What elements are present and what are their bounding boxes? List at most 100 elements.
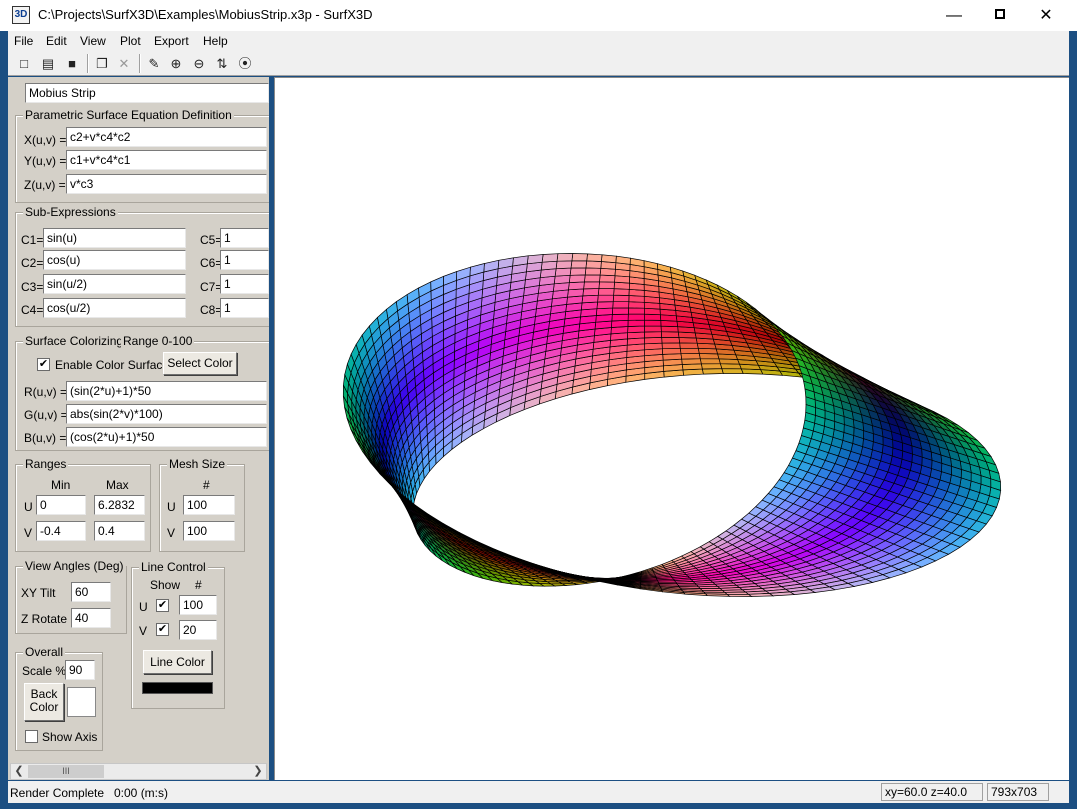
show-axis-checkbox[interactable] bbox=[25, 730, 38, 743]
c7-input[interactable]: 1 bbox=[220, 274, 269, 294]
menu-view[interactable]: View bbox=[80, 34, 106, 48]
menu-export[interactable]: Export bbox=[154, 34, 189, 48]
c6-input[interactable]: 1 bbox=[220, 250, 269, 270]
ranges-max-label: Max bbox=[106, 478, 129, 492]
g-equation-input[interactable]: abs(sin(2*v)*100) bbox=[66, 404, 267, 424]
render-canvas[interactable] bbox=[274, 77, 1069, 780]
mesh-quad bbox=[644, 331, 663, 339]
enable-color-checkmark: ✔ bbox=[38, 358, 49, 370]
delete-icon[interactable]: ✕ bbox=[114, 54, 134, 74]
c3-input[interactable]: sin(u/2) bbox=[43, 274, 186, 294]
line-u-checkbox[interactable]: ✔ bbox=[156, 599, 169, 612]
u-max-input[interactable]: 6.2832 bbox=[94, 495, 145, 515]
scroll-thumb[interactable]: III bbox=[28, 765, 104, 778]
menu-plot[interactable]: Plot bbox=[120, 34, 141, 48]
color-range-label: Range 0-100 bbox=[121, 334, 195, 348]
close-icon: ✕ bbox=[1039, 7, 1053, 24]
y-equation-input[interactable]: c1+v*c4*c1 bbox=[66, 150, 267, 170]
mesh-quad bbox=[584, 274, 601, 283]
range-v-label: V bbox=[24, 526, 33, 540]
mesh-u-input[interactable]: 100 bbox=[183, 495, 235, 515]
z-equation-input[interactable]: v*c3 bbox=[66, 174, 267, 194]
title-bar: 3D C:\Projects\SurfX3D\Examples\MobiusSt… bbox=[0, 0, 1077, 31]
menu-file[interactable]: File bbox=[14, 34, 33, 48]
c5-input[interactable]: 1 bbox=[220, 228, 269, 248]
mesh-quad bbox=[586, 253, 603, 262]
mesh-quad bbox=[612, 301, 630, 309]
mesh-quad bbox=[661, 337, 681, 344]
xy-tilt-label: XY Tilt bbox=[21, 586, 56, 600]
scroll-left-icon[interactable]: ❮ bbox=[11, 764, 27, 779]
mesh-quad bbox=[680, 353, 701, 360]
x-equation-input[interactable]: c2+v*c4*c2 bbox=[66, 127, 267, 147]
mesh-quad bbox=[662, 347, 682, 355]
line-u-label: U bbox=[139, 600, 148, 614]
z-rotate-input[interactable]: 40 bbox=[71, 608, 111, 628]
mesh-quad bbox=[553, 274, 571, 285]
c1-label: C1= bbox=[21, 233, 44, 247]
line-u-input[interactable]: 100 bbox=[179, 595, 217, 615]
back-color-button[interactable]: Back Color bbox=[24, 683, 64, 721]
line-color-button[interactable]: Line Color bbox=[143, 650, 212, 674]
xy-tilt-input[interactable]: 60 bbox=[71, 582, 111, 602]
line-show-label: Show bbox=[150, 578, 181, 592]
mesh-quad bbox=[570, 260, 588, 269]
r-equation-input[interactable]: (sin(2*u)+1)*50 bbox=[66, 381, 267, 401]
enable-color-checkbox[interactable]: ✔ bbox=[37, 358, 50, 371]
c1-input[interactable]: sin(u) bbox=[43, 228, 186, 248]
u-min-input[interactable]: 0 bbox=[36, 495, 86, 515]
fit-vertical-icon[interactable]: ⇅ bbox=[212, 54, 232, 74]
z-equation-label: Z(u,v) = bbox=[24, 178, 66, 192]
menu-help[interactable]: Help bbox=[203, 34, 228, 48]
zoom-in-icon[interactable]: ⊕ bbox=[166, 54, 186, 74]
mesh-hash-label: # bbox=[203, 478, 210, 492]
c4-label: C4= bbox=[21, 303, 44, 317]
rotate-icon[interactable]: ⦿ bbox=[235, 54, 255, 74]
mobius-surface-plot bbox=[342, 253, 1002, 597]
mesh-quad bbox=[644, 319, 662, 327]
zoom-out-icon[interactable]: ⊖ bbox=[189, 54, 209, 74]
mesh-quad bbox=[628, 301, 645, 309]
mesh-quad bbox=[627, 325, 645, 334]
line-v-input[interactable]: 20 bbox=[179, 620, 217, 640]
mesh-quad bbox=[582, 288, 600, 297]
panel-scrollbar[interactable]: ❮ III ❯ bbox=[10, 763, 267, 780]
pencil-icon[interactable]: ✎ bbox=[144, 54, 164, 74]
mesh-quad bbox=[595, 307, 614, 316]
scale-input[interactable]: 90 bbox=[65, 660, 95, 680]
line-v-checkbox[interactable]: ✔ bbox=[156, 623, 169, 636]
b-equation-label: B(u,v) = bbox=[24, 431, 67, 445]
copy-icon[interactable]: ❐ bbox=[92, 54, 112, 74]
line-control-group-title: Line Control bbox=[139, 560, 208, 574]
v-min-input[interactable]: -0.4 bbox=[36, 521, 86, 541]
mesh-quad bbox=[567, 288, 584, 298]
mesh-quad bbox=[660, 325, 679, 333]
view-angles-readout: xy=60.0 z=40.0 bbox=[881, 783, 983, 801]
mesh-v-input[interactable]: 100 bbox=[183, 521, 235, 541]
new-icon[interactable]: □ bbox=[14, 54, 34, 74]
b-equation-input[interactable]: (cos(2*u)+1)*50 bbox=[66, 427, 267, 447]
minimize-button[interactable]: — bbox=[931, 0, 977, 31]
select-color-button[interactable]: Select Color bbox=[163, 352, 237, 375]
c8-input[interactable]: 1 bbox=[220, 298, 269, 318]
mesh-quad bbox=[597, 288, 615, 296]
range-u-label: U bbox=[24, 500, 33, 514]
c2-input[interactable]: cos(u) bbox=[43, 250, 186, 270]
menu-bar: File Edit View Plot Export Help bbox=[8, 31, 1069, 51]
window-title: C:\Projects\SurfX3D\Examples\MobiusStrip… bbox=[38, 7, 373, 22]
menu-edit[interactable]: Edit bbox=[46, 34, 67, 48]
status-message: Render Complete bbox=[10, 786, 105, 800]
v-max-input[interactable]: 0.4 bbox=[94, 521, 145, 541]
surface-name-input[interactable]: Mobius Strip bbox=[25, 83, 269, 103]
minimize-icon: — bbox=[946, 7, 962, 24]
mesh-quad bbox=[526, 254, 544, 265]
open-icon[interactable]: ▤ bbox=[38, 54, 58, 74]
close-button[interactable]: ✕ bbox=[1023, 0, 1069, 31]
mesh-quad bbox=[644, 337, 663, 345]
save-icon[interactable]: ■ bbox=[62, 54, 82, 74]
maximize-button[interactable] bbox=[977, 0, 1023, 31]
line-u-checkmark: ✔ bbox=[157, 599, 168, 611]
mesh-quad bbox=[678, 337, 698, 344]
scroll-right-icon[interactable]: ❯ bbox=[250, 764, 266, 779]
c4-input[interactable]: cos(u/2) bbox=[43, 298, 186, 318]
